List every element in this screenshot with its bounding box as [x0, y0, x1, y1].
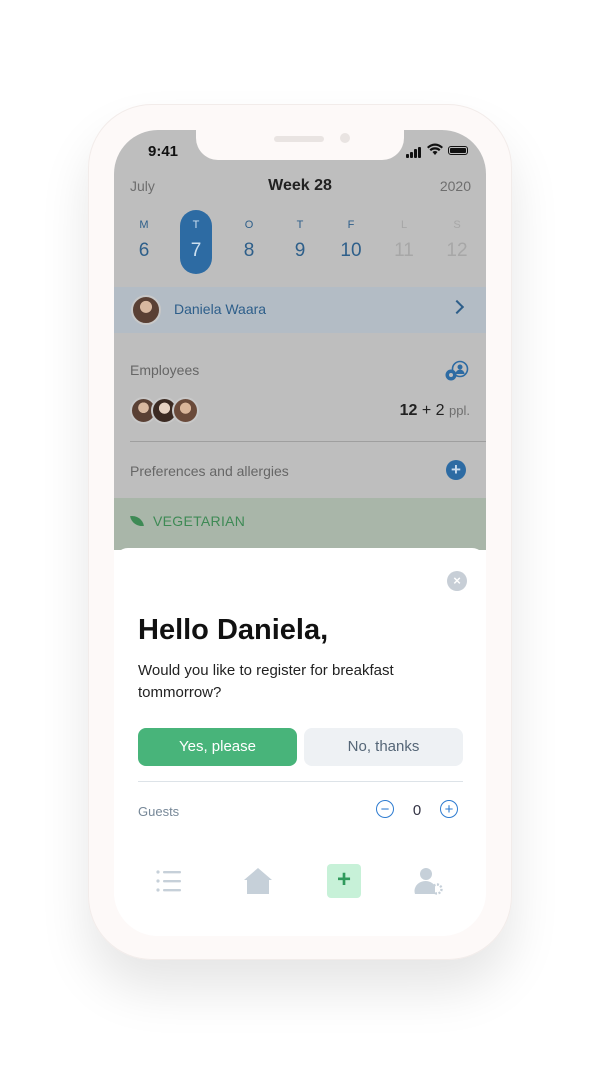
day-letter: T — [296, 219, 304, 231]
day-letter: O — [244, 219, 254, 231]
avatar — [131, 295, 161, 325]
employee-count-unit: ppl. — [449, 403, 470, 418]
employee-count-extra: + 2 — [421, 402, 445, 419]
chevron-right-icon — [449, 299, 465, 315]
guests-value: 0 — [412, 802, 422, 819]
group-settings-icon[interactable] — [444, 360, 470, 382]
sheet-title: Hello Daniela, — [138, 614, 329, 646]
speaker — [274, 136, 324, 142]
no-button[interactable]: No, thanks — [304, 728, 463, 766]
year-label: 2020 — [439, 178, 471, 194]
phone-screen: 9:41 July Week 28 2020 M 6 T 7 O 8 T 9 F… — [114, 130, 486, 936]
day-letter: M — [139, 219, 149, 231]
user-name: Daniela Waara — [174, 301, 267, 317]
add-preference-button[interactable]: + — [446, 460, 466, 480]
wifi-icon — [427, 143, 443, 155]
sheet-divider — [138, 781, 463, 782]
day-letter: S — [453, 219, 461, 231]
vegetarian-tag-row: VEGETARIAN — [114, 498, 486, 550]
preferences-label: Preferences and allergies — [130, 463, 289, 479]
employees-label: Employees — [130, 362, 200, 378]
day-monday[interactable]: M 6 — [128, 210, 160, 274]
day-letter: F — [347, 219, 355, 231]
sheet-question: Would you like to register for breakfast… — [138, 662, 394, 701]
front-camera — [340, 133, 350, 143]
employee-count-number: 12 — [399, 402, 418, 419]
battery-icon — [448, 146, 468, 155]
day-friday[interactable]: F 10 — [335, 210, 367, 274]
week-header: July Week 28 2020 — [114, 177, 486, 198]
yes-button[interactable]: Yes, please — [138, 728, 297, 766]
status-icons — [406, 143, 470, 158]
day-tuesday-selected[interactable]: T 7 — [180, 210, 212, 274]
day-selector: M 6 T 7 O 8 T 9 F 10 L 11 S 12 — [126, 210, 482, 274]
guests-label: Guests — [138, 804, 180, 819]
status-time: 9:41 — [148, 143, 179, 160]
day-number: 7 — [190, 240, 202, 261]
employee-avatar — [172, 397, 199, 424]
week-label: Week 28 — [268, 177, 332, 194]
day-letter: T — [192, 219, 200, 231]
day-number: 12 — [446, 240, 468, 261]
guests-increment-button[interactable]: + — [440, 800, 458, 818]
notch — [196, 130, 404, 160]
day-number: 6 — [138, 240, 150, 261]
close-icon[interactable]: × — [447, 571, 467, 591]
employee-count: 12 + 2 ppl. — [364, 402, 470, 420]
divider — [130, 441, 486, 442]
day-letter: L — [400, 219, 408, 231]
breakfast-sheet: × Hello Daniela, Would you like to regis… — [114, 548, 486, 936]
tab-bar: + — [114, 858, 486, 908]
vegetarian-tag: VEGETARIAN — [153, 513, 246, 529]
day-number: 11 — [394, 240, 414, 261]
guests-decrement-button[interactable]: − — [376, 800, 394, 818]
user-row[interactable]: Daniela Waara — [114, 287, 486, 333]
add-icon[interactable]: + — [327, 864, 361, 898]
user-settings-icon[interactable] — [412, 864, 446, 898]
leaf-icon — [130, 514, 144, 528]
day-number: 8 — [243, 240, 255, 261]
home-icon[interactable] — [241, 864, 275, 898]
day-sunday[interactable]: S 12 — [441, 210, 473, 274]
day-number: 9 — [294, 240, 306, 261]
day-number: 10 — [340, 240, 362, 261]
day-wednesday[interactable]: O 8 — [233, 210, 265, 274]
day-thursday[interactable]: T 9 — [284, 210, 316, 274]
day-saturday[interactable]: L 11 — [388, 210, 420, 274]
list-icon[interactable] — [152, 864, 186, 898]
